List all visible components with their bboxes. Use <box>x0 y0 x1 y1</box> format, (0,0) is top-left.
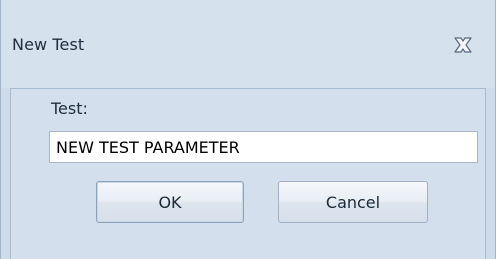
new-test-dialog: New Test Test: OK Cancel <box>0 0 496 259</box>
dialog-content: Test: OK Cancel <box>10 88 486 259</box>
cancel-button-label: Cancel <box>325 192 381 212</box>
ok-button-label: OK <box>158 192 182 212</box>
ok-button[interactable]: OK <box>96 181 244 223</box>
test-field-label: Test: <box>51 99 88 118</box>
test-input[interactable] <box>49 131 478 163</box>
cancel-button[interactable]: Cancel <box>278 181 428 223</box>
dialog-titlebar[interactable]: New Test <box>1 0 495 88</box>
close-icon[interactable] <box>452 35 474 55</box>
dialog-title: New Test <box>12 35 85 54</box>
